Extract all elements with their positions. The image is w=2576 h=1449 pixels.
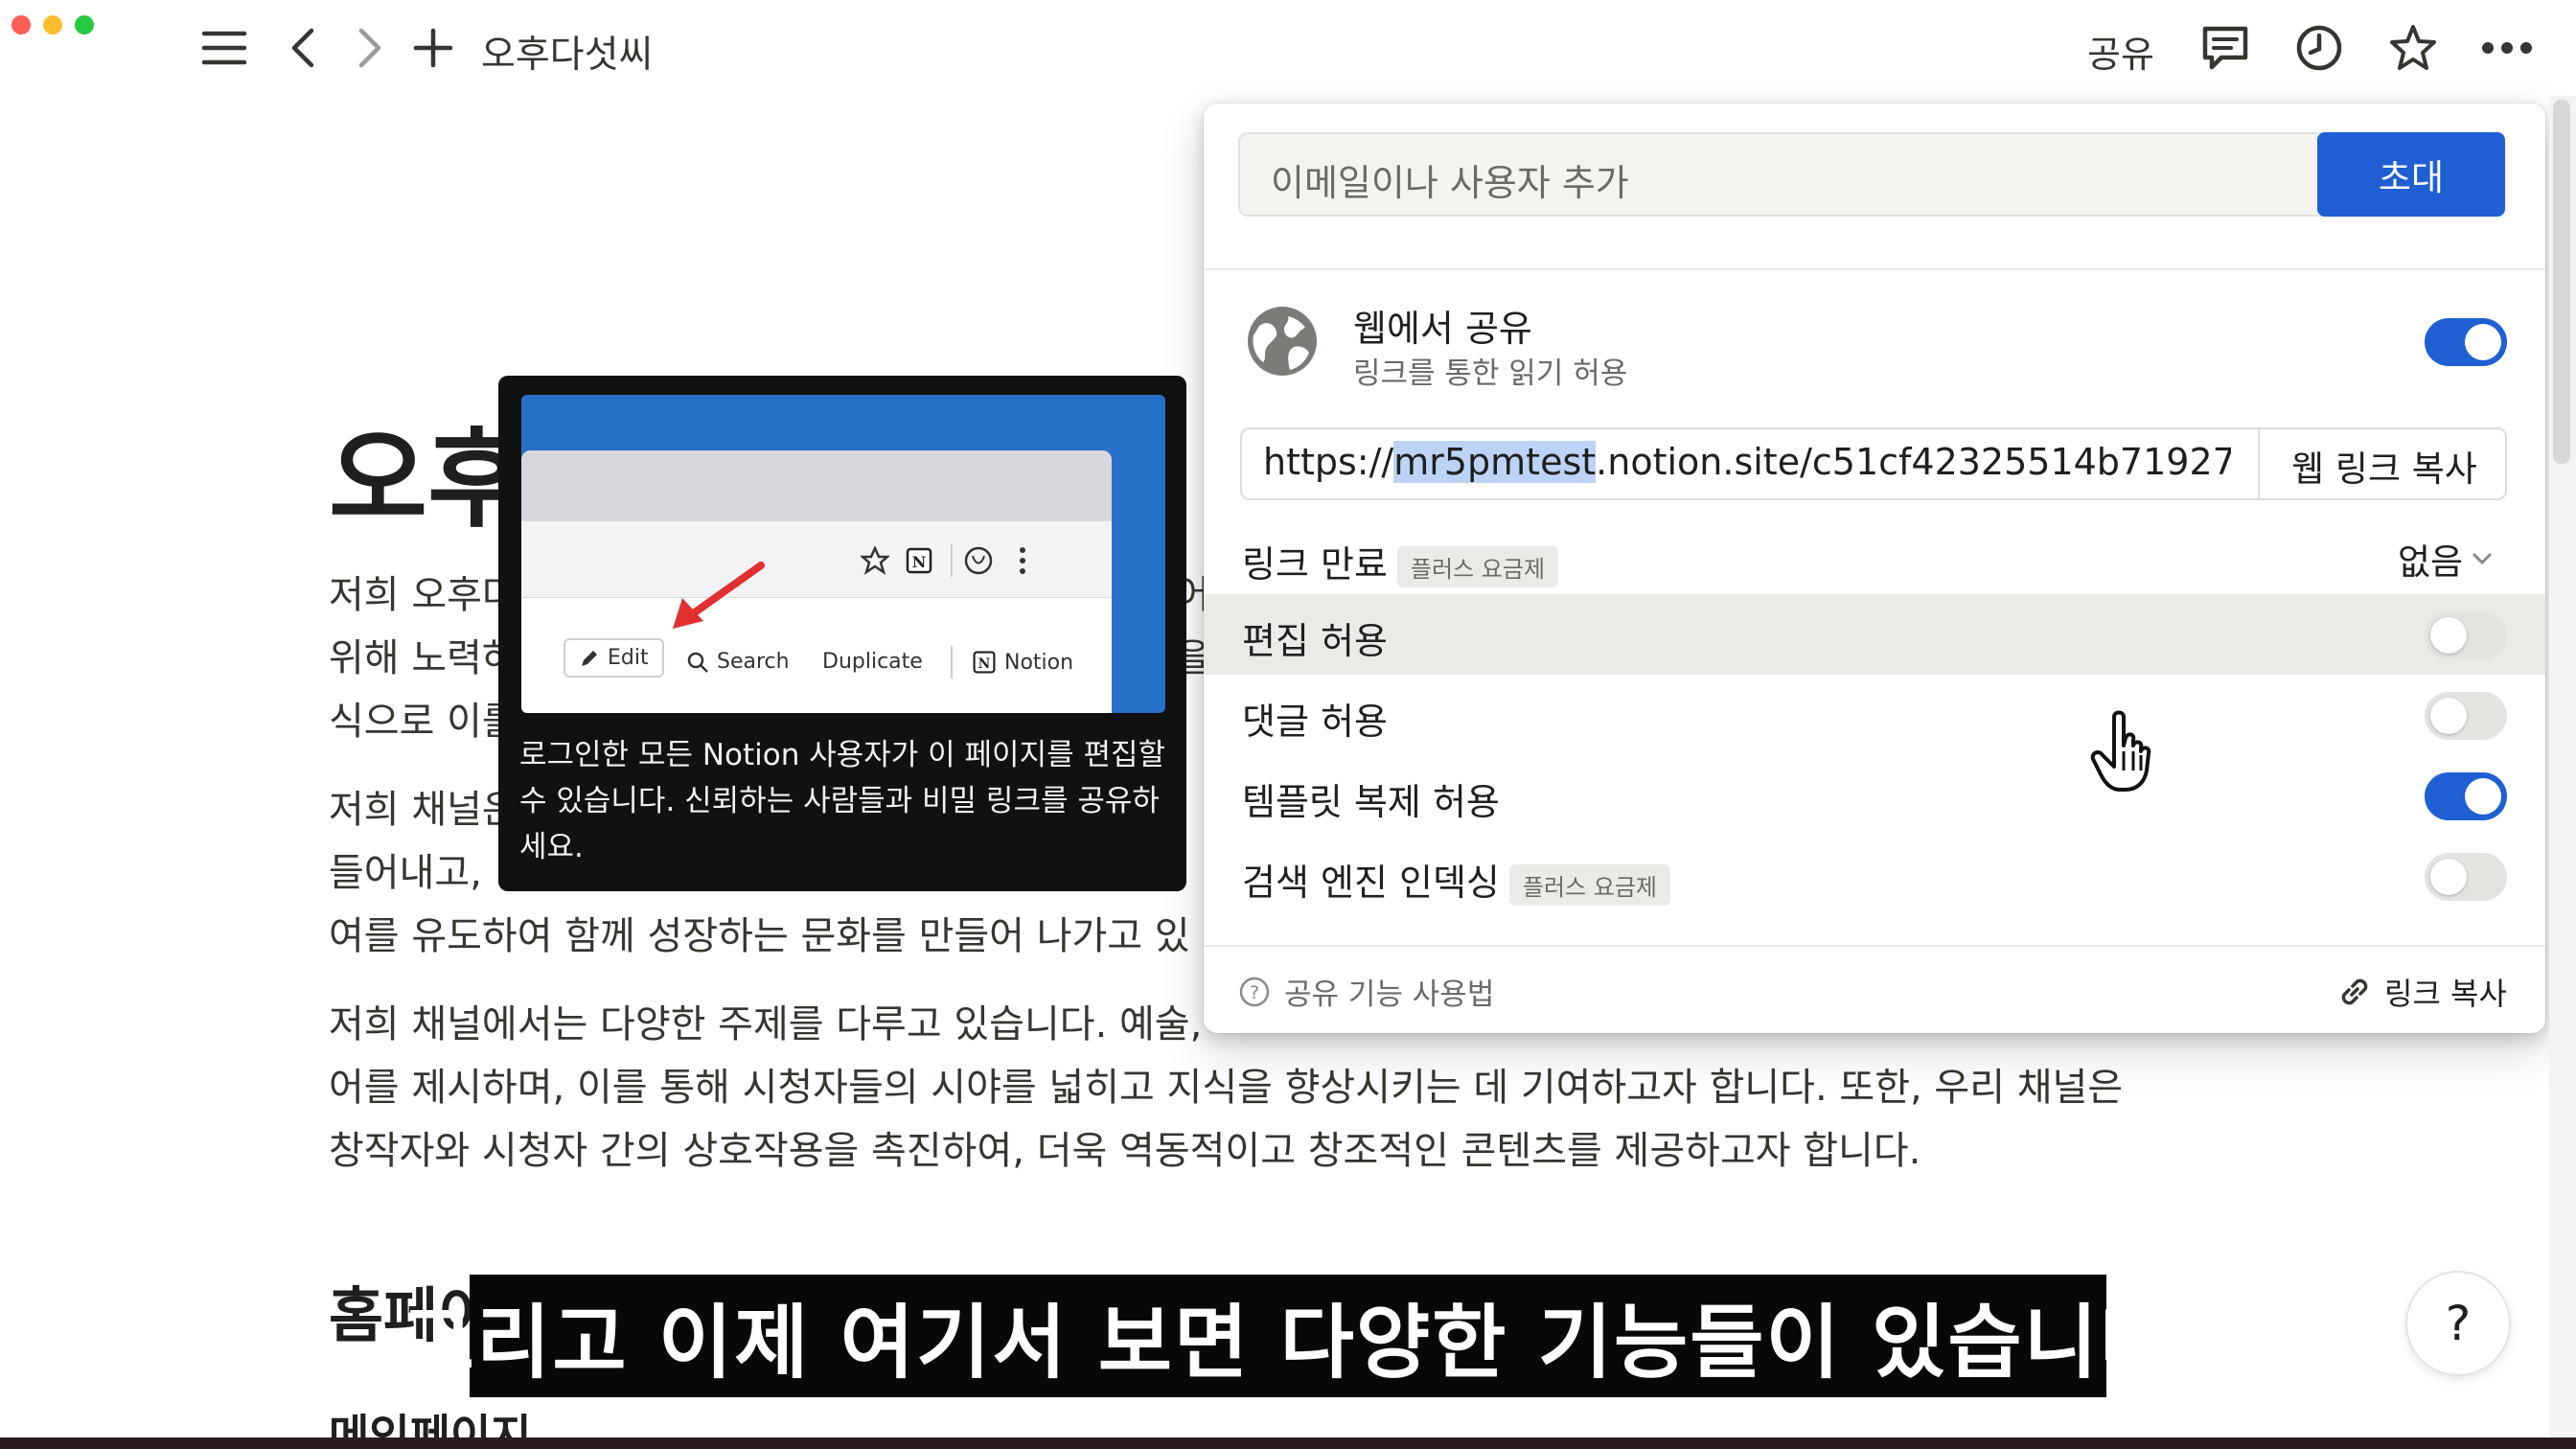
svg-text:N: N <box>978 656 991 672</box>
menu-icon[interactable] <box>197 21 251 75</box>
copy-link-button[interactable]: 링크 복사 <box>2336 970 2507 1014</box>
svg-text:N: N <box>912 553 927 571</box>
allow-comment-label: 댓글 허용 <box>1242 701 1388 743</box>
copy-link-label: 링크 복사 <box>2384 976 2507 1012</box>
more-icon[interactable] <box>2480 21 2534 75</box>
extension-icon <box>964 546 993 575</box>
forward-icon[interactable] <box>343 21 397 75</box>
globe-icon <box>1248 307 1317 376</box>
allow-edit-toggle[interactable] <box>2425 611 2507 659</box>
allow-comment-toggle[interactable] <box>2425 692 2507 740</box>
scrollbar-thumb[interactable] <box>2553 100 2570 464</box>
tooltip-text: 로그인한 모든 Notion 사용자가 이 페이지를 편집할 수 있습니다. 신… <box>519 738 1166 864</box>
page-breadcrumb[interactable]: 오후다섯씨 <box>481 25 653 79</box>
invite-input[interactable]: 이메일이나 사용자 추가 <box>1238 132 2334 217</box>
clock-icon[interactable] <box>2292 21 2346 75</box>
paragraph-line: 저희 오후다 <box>329 573 518 617</box>
browser-illustration: N Edit Search Duplicate N Notion <box>521 450 1112 713</box>
paragraph-line: 창작자와 시청자 간의 상호작용을 촉진하여, 더욱 역동적이고 창조적인 콘텐… <box>329 1129 1921 1173</box>
allow-template-toggle[interactable] <box>2425 772 2507 820</box>
link-expiry-row: 링크 만료 플러스 요금제 <box>1242 535 1559 587</box>
svg-text:?: ? <box>1250 982 1259 1003</box>
share-url[interactable]: https://mr5pmtest.notion.site/c51cf42325… <box>1263 441 2231 483</box>
share-popup: 이메일이나 사용자 추가 초대 웹에서 공유 링크를 통한 읽기 허용 http… <box>1204 104 2545 1033</box>
hand-cursor-icon <box>2090 710 2151 792</box>
paragraph-line: 들어내고, <box>329 851 482 895</box>
copy-web-link-button[interactable]: 웹 링크 복사 <box>2258 429 2505 498</box>
web-share-subtitle: 링크를 통한 읽기 허용 <box>1353 356 1628 391</box>
search-icon <box>687 652 708 673</box>
link-expiry-value: 없음 <box>2398 541 2464 583</box>
invite-button[interactable]: 초대 <box>2317 132 2505 217</box>
notion-logo-icon: N <box>973 651 996 674</box>
video-caption: 그리고 이제 여기서 보면 다양한 기능들이 있습니다 <box>401 1275 2174 1397</box>
illustration-search: Search <box>686 650 790 674</box>
divider <box>1204 268 2545 270</box>
pencil-icon <box>582 650 597 666</box>
paragraph-line: 저희 채널은 <box>329 788 518 832</box>
plus-icon[interactable] <box>406 21 460 75</box>
paragraph-line: 위해 노력하 <box>329 636 518 680</box>
plus-plan-badge: 플러스 요금제 <box>1396 546 1559 587</box>
star-icon <box>861 546 889 575</box>
help-link[interactable]: ? 공유 기능 사용법 <box>1238 970 1494 1013</box>
help-button[interactable]: ? <box>2407 1273 2509 1374</box>
window-bottom-edge <box>0 1438 2576 1449</box>
divider <box>1204 945 2545 947</box>
question-circle-icon: ? <box>1239 977 1270 1006</box>
share-button[interactable]: 공유 <box>2087 25 2154 78</box>
paragraph-line: 어를 제시하며, 이를 통해 시청자들의 시야를 넓히고 지식을 향상시키는 데… <box>329 1066 2124 1110</box>
paragraph-line: 여를 유도하여 함께 성장하는 문화를 만들어 나가고 있 <box>329 914 1190 958</box>
row-hover-highlight <box>1204 594 2545 675</box>
star-icon[interactable] <box>2386 21 2440 75</box>
illustration-edit-button: Edit <box>564 638 664 678</box>
tooltip-illustration: N Edit Search Duplicate N Notion <box>521 395 1165 713</box>
illustration-notion: N Notion <box>972 650 1073 675</box>
search-index-row: 검색 엔진 인덱싱 플러스 요금제 <box>1242 853 1670 906</box>
red-arrow-icon <box>673 562 765 629</box>
allow-template-label: 템플릿 복제 허용 <box>1242 781 1500 823</box>
comment-icon[interactable] <box>2198 21 2252 75</box>
notion-logo-icon: N <box>906 547 932 574</box>
web-share-title: 웹에서 공유 <box>1353 308 1532 350</box>
link-expiry-select[interactable]: 없음 <box>2398 533 2494 585</box>
web-share-toggle[interactable] <box>2425 318 2507 366</box>
edit-permission-tooltip: N Edit Search Duplicate N Notion 로그인한 모든… <box>498 376 1186 891</box>
search-index-label: 검색 엔진 인덱싱 <box>1242 862 1500 904</box>
search-index-toggle[interactable] <box>2425 853 2507 901</box>
link-icon <box>2341 978 2368 1005</box>
allow-edit-label: 편집 허용 <box>1242 620 1388 662</box>
top-bar: 오후다섯씨 공유 <box>0 0 2576 96</box>
paragraph-line: 식으로 이를 <box>329 700 518 744</box>
help-link-label: 공유 기능 사용법 <box>1284 978 1495 1012</box>
link-expiry-label: 링크 만료 <box>1242 543 1388 586</box>
share-url-field[interactable]: https://mr5pmtest.notion.site/c51cf42325… <box>1240 427 2507 500</box>
paragraph-line: 저희 채널에서는 다양한 주제를 다루고 있습니다. 예술, <box>329 1002 1203 1046</box>
illustration-duplicate: Duplicate <box>822 650 923 674</box>
plus-plan-badge: 플러스 요금제 <box>1508 864 1670 906</box>
more-icon <box>1020 547 1025 574</box>
page-title: 오후 <box>329 418 527 542</box>
back-icon[interactable] <box>276 21 330 75</box>
chevron-down-icon <box>2472 552 2493 565</box>
